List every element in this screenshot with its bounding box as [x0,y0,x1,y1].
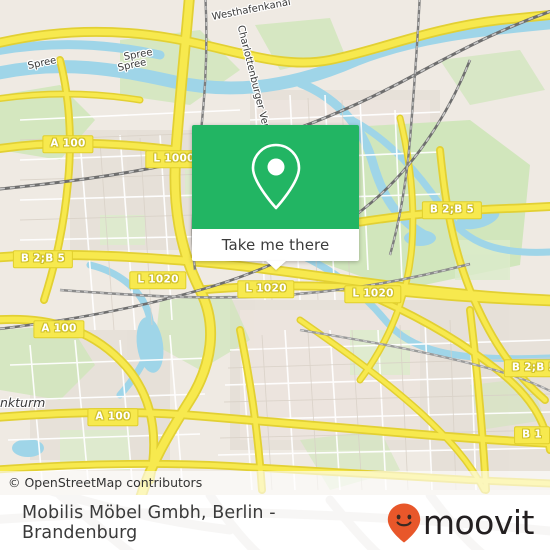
map-canvas[interactable]: A 100 L 1000 B 2;B 5B 2;B 5L 1020 L 1020 L 1… [0,0,550,495]
moovit-logo[interactable]: moovit [386,502,535,544]
road-shield: A 100 [87,408,139,426]
callout-pointer-tail [265,261,286,270]
osm-attribution[interactable]: © OpenStreetMap contributors [0,471,550,495]
take-me-there-label: Take me there [221,236,330,254]
road-shield: B 1 [514,426,550,444]
map-text-label: nkturm [0,395,46,410]
road-shield: A 100 [33,320,85,338]
road-shield: L 1020 [129,271,187,289]
road-shield: B 2;B 5 [421,201,483,219]
road-shield: B 2;B 5 [503,359,550,377]
map-screenshot-root: A 100 L 1000 B 2;B 5B 2;B 5L 1020 L 1020 L 1… [0,0,550,550]
callout-icon-panel [192,125,359,229]
take-me-there-callout[interactable]: Take me there [192,125,359,270]
place-title: Mobilis Möbel Gmbh, Berlin - Brandenburg [22,502,276,543]
callout-action-bar[interactable]: Take me there [192,229,359,270]
road-shield: L 1020 [237,280,295,298]
location-pin-icon [251,143,300,210]
moovit-smiley-pin-icon [387,503,421,542]
road-shield: A 100 [42,135,94,153]
road-shield: L 1020 [344,285,402,303]
moovit-wordmark: moovit [422,503,535,542]
road-shield: B 2;B 5 [12,250,74,268]
footer-bar: Mobilis Möbel Gmbh, Berlin - Brandenburg… [0,495,550,550]
